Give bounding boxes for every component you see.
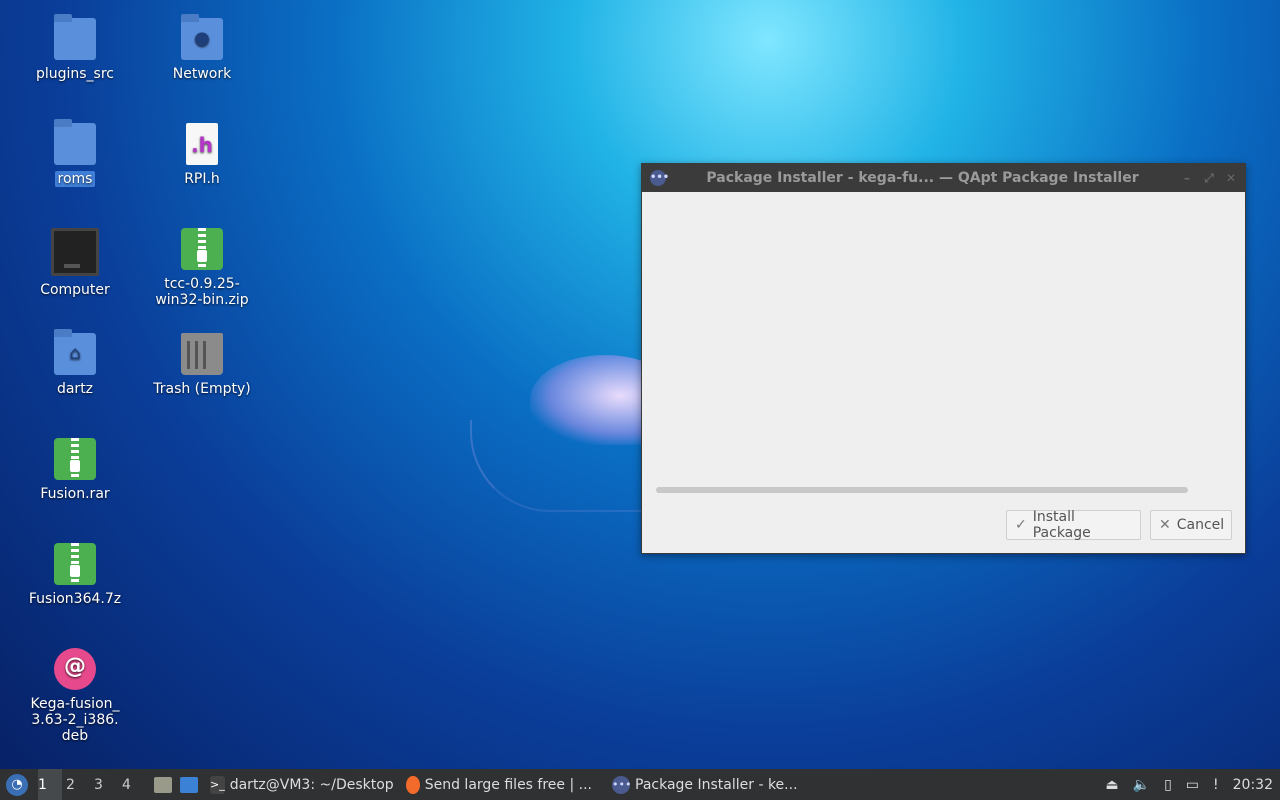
task-terminal[interactable]: >_ dartz@VM3: ~/Desktop [202,769,394,800]
window-title: Package Installer - kega-fu... — QApt Pa… [706,170,1139,186]
install-progress-bar [656,487,1188,493]
desktop-icon-fusion364-7z[interactable]: Fusion364.7z [20,543,130,607]
cancel-button[interactable]: ✕ Cancel [1150,510,1232,540]
network-icon[interactable]: ▭ [1186,777,1199,793]
wallpaper-tentacles [470,420,652,512]
network-folder-icon: ● [181,14,223,60]
rar-archive-icon [54,438,96,480]
desktop-icon-label: tcc-0.9.25-win32-bin.zip [155,276,249,308]
notification-icon[interactable]: ! [1213,777,1219,793]
show-desktop-icon[interactable] [180,776,198,793]
folder-icon [54,14,96,60]
tray-eject-icon[interactable]: ⏏ [1105,777,1118,793]
desktop-icon-label: plugins_src [35,66,115,82]
desktop-icon-label: Network [172,66,232,82]
workspace-3[interactable]: 3 [94,769,118,800]
desktop-icon-label: Kega-fusion_3.63-2_i386.deb [30,696,120,744]
task-label: dartz@VM3: ~/Desktop [229,776,394,793]
desktop-icon-fusion-rar[interactable]: Fusion.rar [20,438,130,502]
firefox-icon [406,775,420,794]
window-titlebar[interactable]: ••• Package Installer - kega-fu... — QAp… [642,164,1245,192]
install-package-button[interactable]: ✓ Install Package [1006,509,1141,541]
file-manager-launcher-icon[interactable] [154,776,172,793]
clipboard-icon[interactable]: ▯ [1164,777,1172,793]
clock[interactable]: 20:32 [1233,777,1273,793]
desktop-icon-computer[interactable]: Computer [20,228,130,298]
desktop-icon-network[interactable]: ● Network [147,14,257,82]
workspace-1[interactable]: 1 [38,769,62,800]
cancel-label: Cancel [1176,517,1225,533]
package-installer-icon: ••• [612,775,631,794]
debian-package-icon: @ [54,648,96,690]
desktop-icon-label: dartz [56,381,94,397]
desktop-icon-label: Computer [40,282,110,298]
trash-icon [181,333,223,375]
start-menu-icon[interactable]: ◔ [6,773,28,796]
c-header-file-icon: .h [186,123,218,165]
computer-icon [51,228,99,276]
cancel-x-icon: ✕ [1159,517,1171,533]
desktop-icon-label: Fusion.rar [40,486,110,502]
desktop-icon-kega-deb[interactable]: @ Kega-fusion_3.63-2_i386.deb [20,648,130,744]
desktop-icon-dartz[interactable]: ⌂ dartz [20,329,130,397]
desktop-icon-tcc-zip[interactable]: tcc-0.9.25-win32-bin.zip [147,228,257,308]
install-package-label: Install Package [1032,509,1091,541]
desktop-icon-label: RPI.h [184,171,220,187]
taskbar: ◔ 1 2 3 4 >_ dartz@VM3: ~/Desktop Send l… [0,769,1280,800]
desktop-icon-rpi-h[interactable]: .h RPI.h [147,123,257,187]
close-icon[interactable]: ✕ [1223,171,1239,185]
task-package-installer[interactable]: ••• Package Installer - ke... [604,769,810,800]
checkmark-icon: ✓ [1015,517,1027,533]
desktop-icon-plugins-src[interactable]: plugins_src [20,14,130,82]
workspace-4[interactable]: 4 [122,769,146,800]
7z-archive-icon [54,543,96,585]
desktop-icon-trash[interactable]: Trash (Empty) [147,333,257,397]
home-folder-icon: ⌂ [54,329,96,375]
desktop-icon-label: Fusion364.7z [28,591,122,607]
folder-icon [54,119,96,165]
minimize-icon[interactable]: – [1179,171,1195,185]
desktop-icon-roms[interactable]: roms [20,119,130,187]
task-firefox[interactable]: Send large files free | ... [398,769,600,800]
volume-icon[interactable]: 🔈 [1133,777,1150,793]
zip-archive-icon [181,228,223,270]
terminal-icon: >_ [210,775,225,794]
workspace-2[interactable]: 2 [66,769,90,800]
qapt-app-icon: ••• [650,170,669,186]
task-label: Send large files free | ... [424,776,592,793]
desktop-icon-label: Trash (Empty) [153,381,251,397]
system-tray: ⏏ 🔈 ▯ ▭ ! 20:32 [1098,769,1280,800]
package-installer-window: ••• Package Installer - kega-fu... — QAp… [641,163,1246,554]
task-label: Package Installer - ke... [635,776,798,793]
maximize-icon[interactable]: ⤢ [1201,171,1217,186]
desktop-icon-label: roms [54,171,96,187]
